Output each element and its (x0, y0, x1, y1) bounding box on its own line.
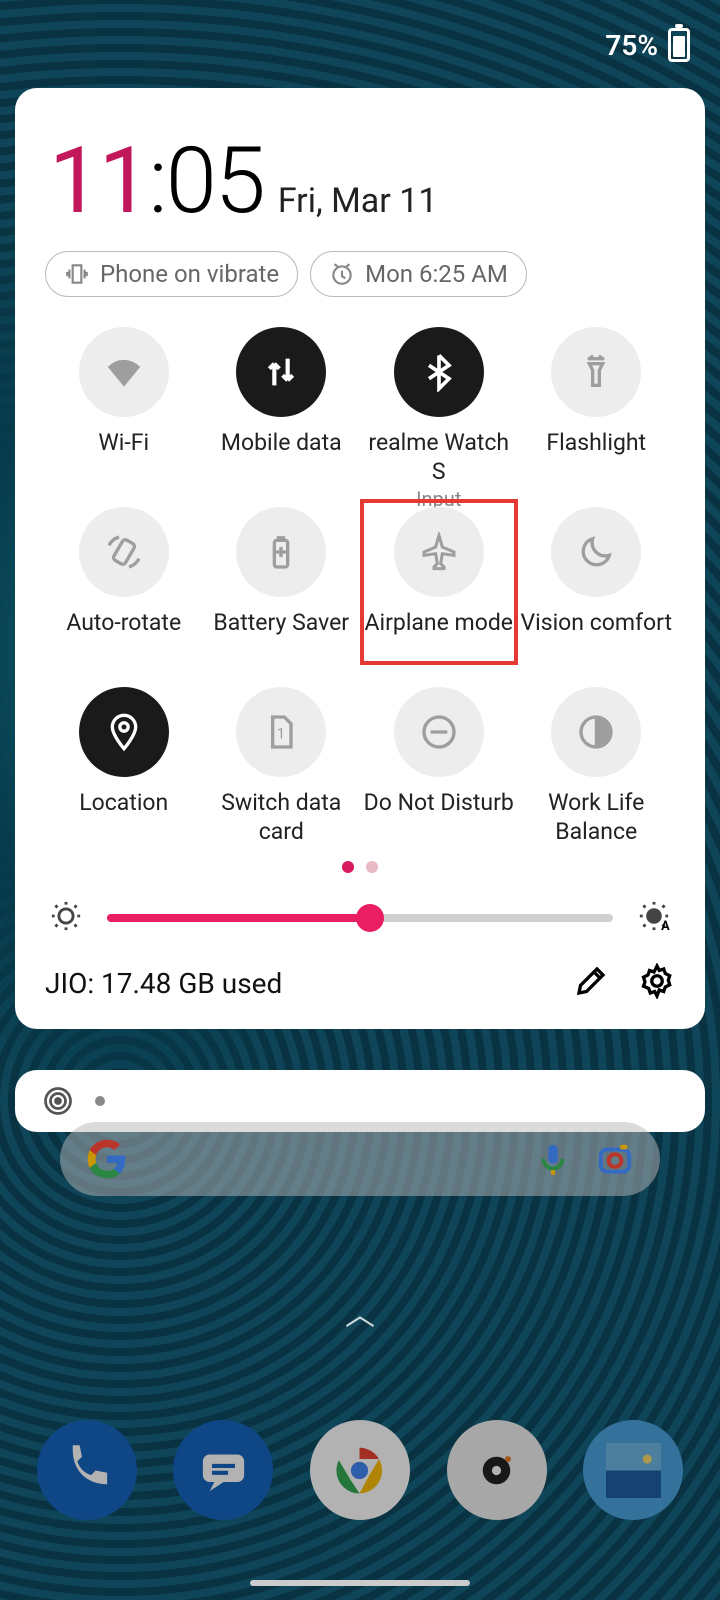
dock-app-chrome[interactable] (310, 1420, 410, 1520)
moon-icon (551, 507, 641, 597)
alarm-chip-label: Mon 6:25 AM (365, 260, 508, 288)
battery-percent: 75% (605, 29, 658, 62)
dock-app-phone[interactable] (37, 1420, 137, 1520)
tile-label: Flashlight (546, 429, 646, 477)
work-life-icon (551, 687, 641, 777)
brightness-low-icon (49, 899, 83, 937)
alarm-chip[interactable]: Mon 6:25 AM (310, 251, 527, 297)
tile-location[interactable]: Location (45, 679, 203, 845)
location-icon (79, 687, 169, 777)
tile-label: Work Life Balance (518, 789, 676, 837)
clock[interactable]: 11:05 (49, 128, 264, 235)
tile-vision-comfort[interactable]: Vision comfort (518, 499, 676, 665)
clock-date[interactable]: Fri, Mar 11 (278, 181, 438, 221)
dock-app-gallery[interactable] (583, 1420, 683, 1520)
flashlight-icon (551, 327, 641, 417)
tile-grid: Wi-Fi Mobile data realme Watch SInput Flash… (45, 319, 675, 845)
brightness-thumb[interactable] (356, 904, 384, 932)
brightness-slider[interactable] (107, 914, 613, 922)
tile-flashlight[interactable]: Flashlight (518, 319, 676, 485)
page-dot[interactable] (366, 861, 378, 873)
mic-icon[interactable] (534, 1140, 572, 1178)
brightness-row: A (49, 899, 671, 937)
tile-do-not-disturb[interactable]: Do Not Disturb (360, 679, 518, 845)
notification-dot (95, 1096, 105, 1106)
tile-switch-data-card[interactable]: 1 Switch data card (203, 679, 361, 845)
tile-label: Do Not Disturb (364, 789, 514, 837)
tile-battery-saver[interactable]: Battery Saver (203, 499, 361, 665)
app-drawer-handle[interactable]: ︿ (345, 1290, 375, 1334)
bluetooth-icon (394, 327, 484, 417)
status-bar: 75% (0, 0, 720, 90)
svg-text:1: 1 (277, 725, 285, 743)
tile-label: Mobile data (221, 429, 342, 477)
clock-hours: 11 (49, 128, 148, 235)
settings-button[interactable] (639, 963, 675, 1003)
auto-brightness-icon[interactable]: A (637, 899, 671, 937)
battery-icon (668, 28, 690, 62)
tile-label: Airplane mode (365, 609, 513, 657)
tile-label: Auto-rotate (66, 609, 181, 657)
tile-label: Vision comfort (520, 609, 672, 657)
tile-label: Location (79, 789, 168, 837)
brightness-fill (107, 914, 370, 922)
tile-label: realme Watch SInput (360, 429, 518, 477)
lens-icon[interactable] (596, 1140, 634, 1178)
edit-tiles-button[interactable] (573, 963, 609, 1003)
nav-pill[interactable] (250, 1580, 470, 1586)
google-icon (86, 1138, 128, 1180)
auto-rotate-icon (79, 507, 169, 597)
tile-label: Battery Saver (213, 609, 349, 657)
vibrate-icon (64, 261, 90, 287)
tile-auto-rotate[interactable]: Auto-rotate (45, 499, 203, 665)
dock (0, 1420, 720, 1520)
dock-app-messages[interactable] (173, 1420, 273, 1520)
airplane-icon (394, 507, 484, 597)
clock-minutes: 05 (166, 128, 264, 235)
tile-work-life-balance[interactable]: Work Life Balance (518, 679, 676, 845)
quick-settings-panel: 11:05 Fri, Mar 11 Phone on vibrate Mon 6… (15, 88, 705, 1029)
vibrate-chip-label: Phone on vibrate (100, 260, 279, 288)
battery-saver-icon (236, 507, 326, 597)
tile-label: Wi-Fi (98, 429, 149, 477)
gear-icon (639, 963, 675, 999)
page-indicator (45, 861, 675, 873)
pencil-icon (573, 963, 609, 999)
hotspot-icon (43, 1086, 73, 1116)
data-usage-label[interactable]: JIO: 17.48 GB used (45, 967, 282, 1000)
alarm-icon (329, 261, 355, 287)
page-dot[interactable] (342, 861, 354, 873)
tile-airplane-mode[interactable]: Airplane mode (360, 499, 518, 665)
clock-row: 11:05 Fri, Mar 11 (49, 128, 675, 235)
sim-icon: 1 (236, 687, 326, 777)
status-chips: Phone on vibrate Mon 6:25 AM (45, 251, 675, 297)
mobile-data-icon (236, 327, 326, 417)
dock-app-camera[interactable] (447, 1420, 547, 1520)
tile-realme-watch-s[interactable]: realme Watch SInput (360, 319, 518, 485)
google-search-bar[interactable] (60, 1122, 660, 1196)
tile-wi-fi[interactable]: Wi-Fi (45, 319, 203, 485)
dnd-icon (394, 687, 484, 777)
wifi-icon (79, 327, 169, 417)
vibrate-chip[interactable]: Phone on vibrate (45, 251, 298, 297)
panel-footer: JIO: 17.48 GB used (45, 963, 675, 1003)
tile-mobile-data[interactable]: Mobile data (203, 319, 361, 485)
tile-label: Switch data card (203, 789, 361, 837)
svg-text:A: A (661, 919, 670, 933)
